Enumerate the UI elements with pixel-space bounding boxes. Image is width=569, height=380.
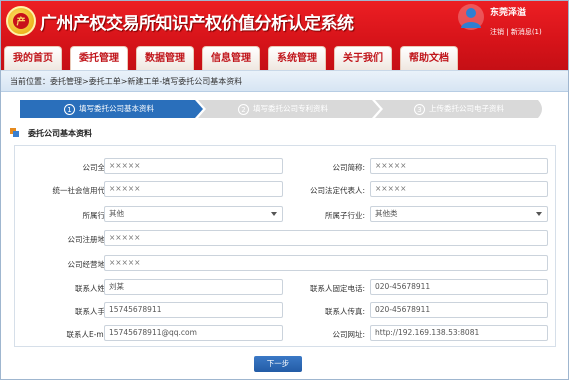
website-field[interactable]: http://192.169.138.53:8081 bbox=[370, 325, 548, 341]
company-short-field[interactable]: ××××× bbox=[370, 158, 548, 174]
breadcrumb-bar: 当前位置：委托管理>委托工单>新建工单-填写委托公司基本资料 bbox=[0, 70, 569, 92]
credit-code-label: 统一社会信用代码: bbox=[52, 186, 115, 195]
user-links: 注销 | 新消息(1) bbox=[490, 27, 542, 37]
industry-select[interactable]: 其他 bbox=[104, 206, 283, 222]
tab-info[interactable]: 信息管理 bbox=[202, 46, 260, 70]
tab-system[interactable]: 系统管理 bbox=[268, 46, 326, 70]
contact-tel-field[interactable]: 020-45678911 bbox=[370, 279, 548, 295]
contact-fax-field[interactable]: 020-45678911 bbox=[370, 302, 548, 318]
tab-about[interactable]: 关于我们 bbox=[334, 46, 392, 70]
biz-address-field[interactable]: ××××× bbox=[104, 255, 548, 271]
breadcrumb: 当前位置：委托管理>委托工单>新建工单-填写委托公司基本资料 bbox=[10, 77, 243, 86]
step-3-number: 3 bbox=[414, 103, 425, 115]
contact-email-label: 联系人E-mail: bbox=[66, 330, 115, 339]
tab-data[interactable]: 数据管理 bbox=[136, 46, 194, 70]
industry-value: 其他 bbox=[109, 209, 124, 218]
username: 东莞泽溢 bbox=[490, 8, 527, 18]
progress-steps: 1 填写委托公司基本资料 2 填写委托公司专利资料 3 上传委托公司电子资料 bbox=[20, 100, 546, 118]
chevron-down-icon bbox=[536, 212, 542, 216]
chevron-down-icon bbox=[271, 212, 277, 216]
legal-rep-label: 公司法定代表人: bbox=[309, 186, 365, 195]
legal-rep-field[interactable]: ××××× bbox=[370, 181, 548, 197]
company-form: 公司全称: ××××× 公司简称: ××××× 统一社会信用代码: ××××× … bbox=[14, 145, 556, 347]
step-3-label: 上传委托公司电子资料 bbox=[429, 104, 504, 113]
step-2-label: 填写委托公司专利资料 bbox=[253, 104, 328, 113]
main-nav: 我的首页 委托管理 数据管理 信息管理 系统管理 关于我们 帮助文档 bbox=[4, 46, 458, 70]
app-title: 广州产权交易所知识产权价值分析认定系统 bbox=[40, 14, 354, 34]
next-button[interactable]: 下一步 bbox=[254, 356, 302, 372]
tab-commission[interactable]: 委托管理 bbox=[70, 46, 128, 70]
tab-help[interactable]: 帮助文档 bbox=[400, 46, 458, 70]
credit-code-field[interactable]: ××××× bbox=[104, 181, 283, 197]
step-1-label: 填写委托公司基本资料 bbox=[79, 104, 154, 113]
logout-link[interactable]: 注销 bbox=[490, 28, 504, 36]
section-icon bbox=[10, 127, 20, 137]
step-1: 1 填写委托公司基本资料 bbox=[64, 100, 154, 118]
section-title: 委托公司基本资料 bbox=[28, 129, 92, 138]
tab-home[interactable]: 我的首页 bbox=[4, 46, 62, 70]
contact-mobile-field[interactable]: 15745678911 bbox=[104, 302, 283, 318]
svg-text:产: 产 bbox=[16, 16, 25, 28]
user-avatar-icon bbox=[457, 3, 485, 31]
step-2-number: 2 bbox=[238, 103, 249, 115]
contact-email-field[interactable]: 15745678911@qq.com bbox=[104, 325, 283, 341]
sub-industry-select[interactable]: 其他类 bbox=[370, 206, 548, 222]
sub-industry-value: 其他类 bbox=[375, 209, 398, 218]
company-name-field[interactable]: ××××× bbox=[104, 158, 283, 174]
contact-tel-label: 联系人固定电话: bbox=[309, 284, 365, 293]
step-2: 2 填写委托公司专利资料 bbox=[238, 100, 328, 118]
website-label: 公司网址: bbox=[332, 330, 365, 339]
contact-fax-label: 联系人传真: bbox=[324, 307, 365, 316]
contact-name-field[interactable]: 刘某 bbox=[104, 279, 283, 295]
sub-industry-label: 所属子行业: bbox=[324, 211, 365, 220]
logo-icon: 产 bbox=[6, 6, 36, 36]
messages-link[interactable]: 新消息(1) bbox=[511, 28, 542, 36]
link-separator: | bbox=[506, 28, 509, 36]
app-header: 产 广州产权交易所知识产权价值分析认定系统 东莞泽溢 注销 | 新消息(1) 我… bbox=[0, 0, 569, 70]
step-1-number: 1 bbox=[64, 103, 75, 115]
step-3: 3 上传委托公司电子资料 bbox=[414, 100, 504, 118]
reg-address-field[interactable]: ××××× bbox=[104, 230, 548, 246]
company-short-label: 公司简称: bbox=[332, 163, 365, 172]
